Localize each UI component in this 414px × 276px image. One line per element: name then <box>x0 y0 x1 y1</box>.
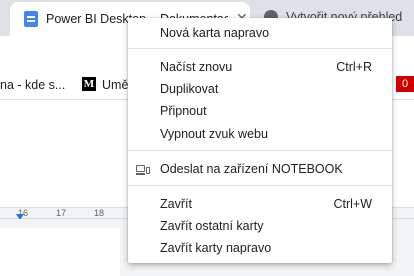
bookmark-m-icon: M <box>82 77 96 91</box>
menu-item-mute-site[interactable]: Vypnout zvuk webu <box>128 123 392 145</box>
page-sheet <box>0 228 120 276</box>
menu-divider <box>128 185 392 186</box>
menu-item-pin[interactable]: Připnout <box>128 100 392 122</box>
menu-item-label: Zavřít karty napravo <box>160 241 272 255</box>
menu-item-send-to-device[interactable]: Odeslat na zařízení NOTEBOOK <box>128 158 392 180</box>
menu-item-shortcut: Ctrl+R <box>336 60 372 74</box>
menu-item-duplicate[interactable]: Duplikovat <box>128 78 392 100</box>
menu-item-label: Načíst znovu <box>160 60 233 74</box>
menu-divider <box>128 48 392 49</box>
menu-item-close[interactable]: Zavřít Ctrl+W <box>128 193 392 215</box>
ruler-tick: 17 <box>56 208 67 218</box>
menu-item-new-tab-right[interactable]: Nová karta napravo <box>128 22 392 44</box>
menu-item-label: Nová karta napravo <box>160 26 270 40</box>
send-to-device-icon <box>136 165 150 175</box>
menu-item-reload[interactable]: Načíst znovu Ctrl+R <box>128 56 392 78</box>
menu-item-label: Zavřít ostatní karty <box>160 219 264 233</box>
menu-item-label: Připnout <box>160 104 207 118</box>
menu-item-label: Vypnout zvuk webu <box>160 127 268 141</box>
menu-item-label: Zavřít <box>160 197 192 211</box>
bookmark-item[interactable]: na - kde s... <box>0 78 65 92</box>
menu-item-close-other-tabs[interactable]: Zavřít ostatní karty <box>128 215 392 237</box>
bookmark-item[interactable]: 0 <box>396 76 414 92</box>
menu-item-shortcut: Ctrl+W <box>333 197 372 211</box>
menu-divider <box>128 150 392 151</box>
docs-icon <box>24 11 38 27</box>
menu-item-label: Duplikovat <box>160 82 219 96</box>
menu-item-close-tabs-right[interactable]: Zavřít karty napravo <box>128 237 392 259</box>
ruler-tick: 18 <box>94 208 105 218</box>
menu-item-label: Odeslat na zařízení NOTEBOOK <box>160 162 343 176</box>
bookmark-item[interactable]: Umě <box>102 78 128 92</box>
tab-context-menu: Nová karta napravo Načíst znovu Ctrl+R D… <box>128 18 392 263</box>
